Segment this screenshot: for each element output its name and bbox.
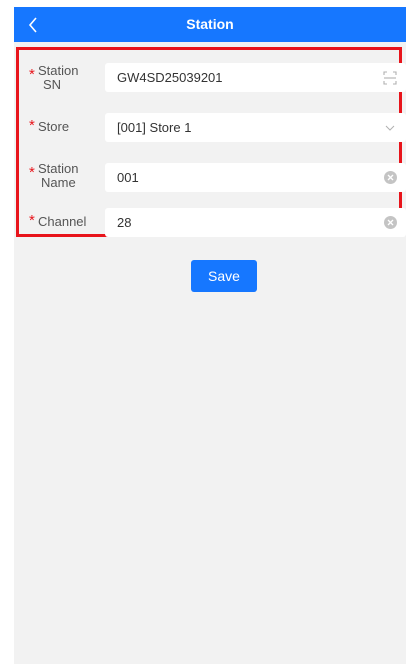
chevron-down-icon: [380, 113, 400, 142]
required-marker: *: [29, 212, 35, 229]
station-sn-row: * Station SN GW4SD25039201: [19, 54, 406, 102]
clear-icon[interactable]: [380, 163, 400, 192]
save-button[interactable]: Save: [191, 260, 257, 292]
station-name-row: * Station Name 001: [19, 152, 406, 200]
required-marker: *: [29, 117, 35, 134]
channel-input[interactable]: 28: [105, 208, 406, 237]
scan-icon[interactable]: [380, 63, 400, 92]
required-marker: *: [29, 164, 35, 181]
nav-bar: Station: [14, 7, 406, 42]
station-sn-field[interactable]: GW4SD25039201: [105, 63, 406, 92]
required-marker: *: [29, 66, 35, 83]
store-row: * Store [001] Store 1: [19, 103, 406, 151]
clear-icon[interactable]: [380, 208, 400, 237]
store-label-text: Store: [38, 119, 70, 134]
channel-value: 28: [117, 215, 132, 230]
channel-row: * Channel 28: [19, 200, 406, 248]
station-screen: Station * Station SN GW4SD25039201 * Sto…: [14, 7, 406, 664]
station-sn-label-line2: SN: [43, 77, 62, 92]
store-select[interactable]: [001] Store 1: [105, 113, 406, 142]
station-name-input[interactable]: 001: [105, 163, 406, 192]
station-name-value: 001: [117, 170, 139, 185]
channel-label-text: Channel: [38, 214, 87, 229]
station-name-label-line1: Station: [38, 161, 79, 176]
station-name-label-line2: Name: [41, 175, 76, 190]
station-sn-label-line1: Station: [38, 63, 79, 78]
store-value: [001] Store 1: [117, 120, 192, 135]
station-sn-value: GW4SD25039201: [117, 70, 223, 85]
page-title: Station: [186, 16, 234, 32]
station-form: * Station SN GW4SD25039201 * Store [001]…: [16, 47, 406, 237]
